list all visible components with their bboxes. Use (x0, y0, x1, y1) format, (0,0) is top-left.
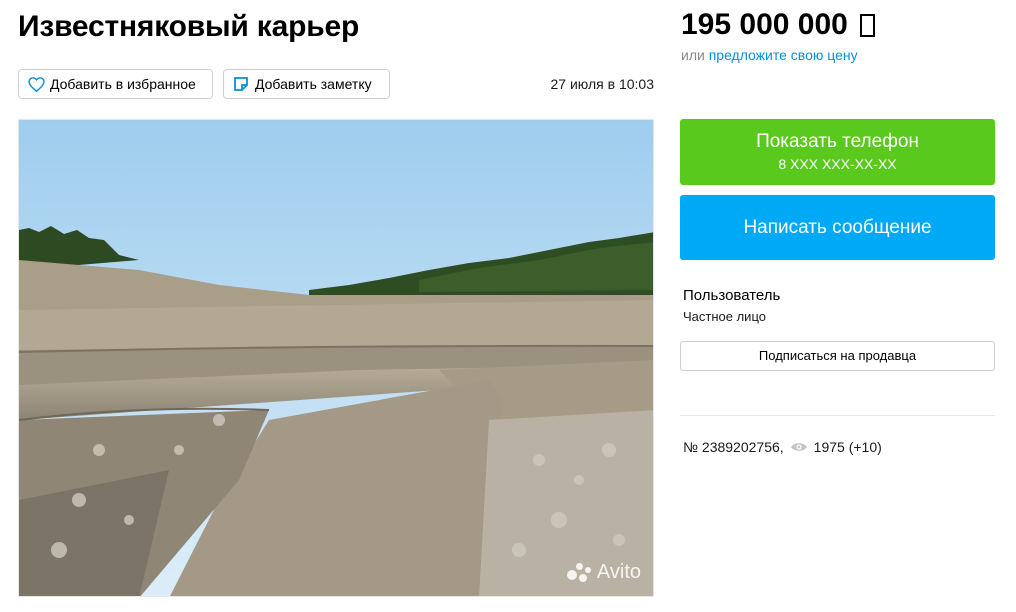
heart-icon (27, 75, 45, 93)
add-note-label: Добавить заметку (255, 76, 372, 92)
breadcrumb[interactable] (18, 0, 318, 2)
ruble-icon (859, 13, 875, 37)
subscribe-seller-button[interactable]: Подписаться на продавца (680, 341, 995, 371)
divider (680, 415, 995, 416)
show-phone-button[interactable]: Показать телефон 8 XXX XXX-XX-XX (680, 119, 995, 185)
add-note-button[interactable]: Добавить заметку (223, 69, 390, 99)
add-to-favorites-button[interactable]: Добавить в избранное (18, 69, 213, 99)
add-to-favorites-label: Добавить в избранное (50, 76, 196, 92)
eye-icon (790, 441, 808, 453)
seller-type: Частное лицо (683, 309, 766, 324)
listing-meta: № 2389202756, 1975 (+10) (683, 439, 882, 455)
show-phone-label: Показать телефон (756, 131, 919, 152)
suggest-price-link[interactable]: предложите свою цену (709, 47, 858, 63)
avito-logo-icon (566, 562, 593, 584)
offer-prefix: или (681, 47, 705, 63)
note-icon (232, 75, 250, 93)
seller-name[interactable]: Пользователь (683, 287, 780, 304)
listing-date: 27 июля в 10:03 (550, 76, 654, 92)
listing-number: № 2389202756, (683, 439, 784, 455)
price-offer: или предложите свою цену (681, 47, 858, 63)
listing-photo[interactable]: Avito (18, 119, 654, 597)
avito-watermark-text: Avito (596, 561, 641, 583)
masked-phone: 8 XXX XXX-XX-XX (778, 156, 897, 172)
price: 195 000 000 (681, 8, 875, 42)
page-title: Известняковый карьер (18, 10, 360, 43)
view-count: 1975 (+10) (813, 439, 882, 455)
avito-watermark: Avito (566, 561, 641, 584)
write-message-button[interactable]: Написать сообщение (680, 195, 995, 260)
price-amount: 195 000 000 (681, 8, 848, 41)
